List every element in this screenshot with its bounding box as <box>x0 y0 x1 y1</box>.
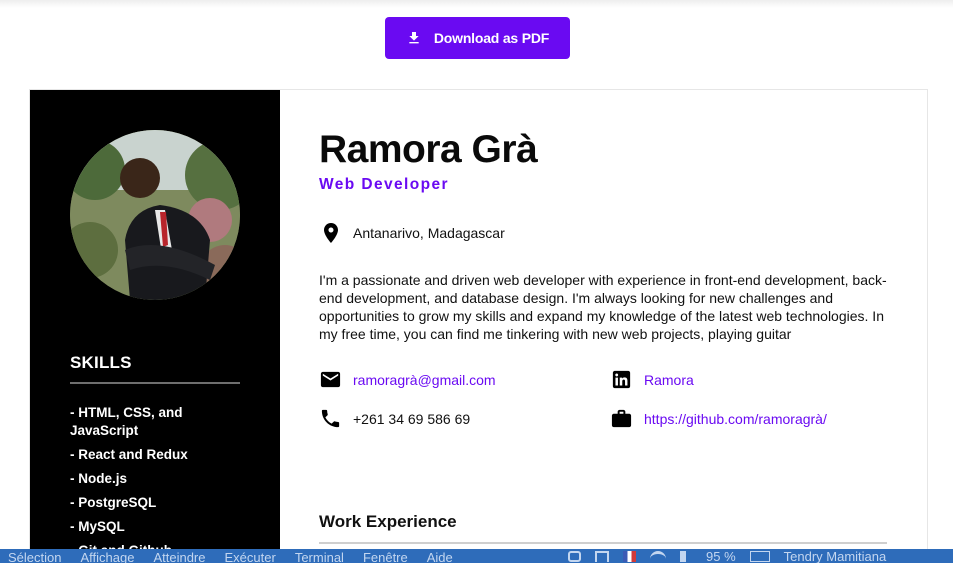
menu-items: Sélection Affichage Atteindre Exécuter T… <box>8 550 453 563</box>
github-link[interactable]: https://github.com/ramoragrà/ <box>644 411 827 427</box>
work-experience-heading: Work Experience <box>319 512 457 531</box>
user-name[interactable]: Tendry Mamitiana <box>784 549 887 563</box>
profile-role: Web Developer <box>319 176 449 193</box>
resume-card: SKILLS - HTML, CSS, and JavaScript - Rea… <box>29 89 928 563</box>
flag-icon[interactable] <box>623 550 636 562</box>
location-text: Antanarivo, Madagascar <box>353 225 505 241</box>
email-link[interactable]: ramoragrà@gmail.com <box>353 372 496 388</box>
location-row: Antanarivo, Madagascar <box>319 221 505 245</box>
skill-item: - MySQL <box>70 519 125 534</box>
phone-icon <box>321 409 340 428</box>
mail-icon <box>320 371 341 388</box>
phone-number: +261 34 69 586 69 <box>353 410 471 427</box>
linkedin-contact[interactable]: Ramora <box>610 368 694 391</box>
work-experience-divider <box>319 542 887 544</box>
linkedin-icon <box>612 370 631 389</box>
resume-sidebar: SKILLS - HTML, CSS, and JavaScript - Rea… <box>30 90 280 563</box>
email-contact[interactable]: ramoragrà@gmail.com <box>319 368 496 391</box>
battery-icon[interactable] <box>749 550 770 562</box>
skills-heading: SKILLS <box>70 353 132 372</box>
location-pin-icon <box>324 223 338 243</box>
os-menu-bar: Sélection Affichage Atteindre Exécuter T… <box>0 549 953 563</box>
profile-name: Ramora Grà <box>319 128 538 171</box>
app-status-icon[interactable] <box>568 550 581 562</box>
menu-aide[interactable]: Aide <box>427 550 453 563</box>
menu-executer[interactable]: Exécuter <box>225 550 276 563</box>
download-pdf-label: Download as PDF <box>433 30 550 46</box>
menu-fenetre[interactable]: Fenêtre <box>363 550 408 563</box>
battery-percent[interactable]: 95 % <box>706 549 736 563</box>
resume-main: Ramora Grà Web Developer Antanarivo, Mad… <box>319 90 889 563</box>
profile-bio: I'm a passionate and driven web develope… <box>319 272 887 342</box>
phone-contact: +261 34 69 586 69 <box>319 407 470 430</box>
briefcase-icon <box>611 409 632 428</box>
download-icon <box>409 32 419 44</box>
skill-item: - Node.js <box>70 471 128 486</box>
menu-terminal[interactable]: Terminal <box>295 550 344 563</box>
skill-item: - React and Redux <box>70 447 188 462</box>
skill-item: - HTML, CSS, and JavaScript <box>70 405 183 438</box>
github-contact[interactable]: https://github.com/ramoragrà/ <box>610 407 827 430</box>
profile-photo <box>70 130 240 300</box>
menu-atteindre[interactable]: Atteindre <box>153 550 205 563</box>
volume-icon[interactable] <box>680 550 692 562</box>
menu-selection[interactable]: Sélection <box>8 550 61 563</box>
status-tray: 95 % Tendry Mamitiana <box>568 549 886 563</box>
linkedin-link[interactable]: Ramora <box>644 372 694 388</box>
download-pdf-button[interactable]: Download as PDF <box>385 17 570 59</box>
wifi-icon[interactable] <box>650 550 666 562</box>
gmail-icon[interactable] <box>595 550 609 562</box>
skills-list: - HTML, CSS, and JavaScript - React and … <box>70 404 210 563</box>
browser-top-edge <box>0 0 953 8</box>
skill-item: - PostgreSQL <box>70 495 157 510</box>
menu-affichage[interactable]: Affichage <box>80 550 134 563</box>
skills-divider <box>70 382 240 384</box>
